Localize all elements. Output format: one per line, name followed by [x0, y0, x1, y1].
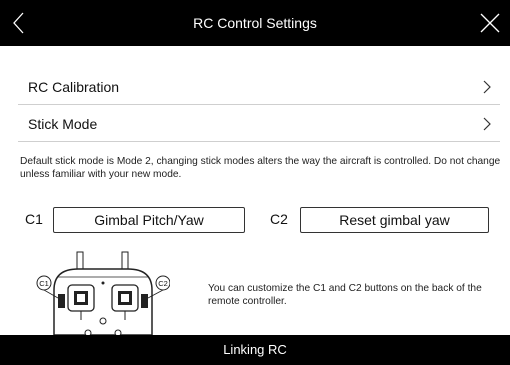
c1-callout-label: C1: [39, 279, 49, 288]
stick-mode-label: Stick Mode: [28, 116, 98, 132]
close-icon[interactable]: [478, 11, 502, 35]
rc-calibration-label: RC Calibration: [28, 79, 120, 95]
c1-label: C1: [25, 211, 43, 227]
header-bar: RC Control Settings: [0, 0, 510, 46]
customize-buttons-note: You can customize the C1 and C2 buttons …: [208, 283, 482, 307]
c1-function-selector[interactable]: Gimbal Pitch/Yaw: [53, 207, 245, 233]
c2-function-selector[interactable]: Reset gimbal yaw: [300, 207, 489, 233]
linking-rc-button[interactable]: Linking RC: [0, 335, 510, 365]
rc-calibration-row[interactable]: RC Calibration: [18, 70, 500, 105]
page-title: RC Control Settings: [193, 15, 317, 31]
stick-mode-row[interactable]: Stick Mode: [18, 107, 500, 142]
chevron-right-icon: [483, 80, 491, 94]
remote-controller-illustration: C1 C2: [36, 251, 170, 335]
c2-callout-label: C2: [158, 279, 168, 288]
stick-mode-description: Default stick mode is Mode 2, changing s…: [20, 156, 501, 180]
chevron-right-icon: [483, 117, 491, 131]
rc-control-settings-screen: RC Control Settings RC Calibration Stick…: [0, 0, 510, 365]
c2-label: C2: [270, 211, 288, 227]
